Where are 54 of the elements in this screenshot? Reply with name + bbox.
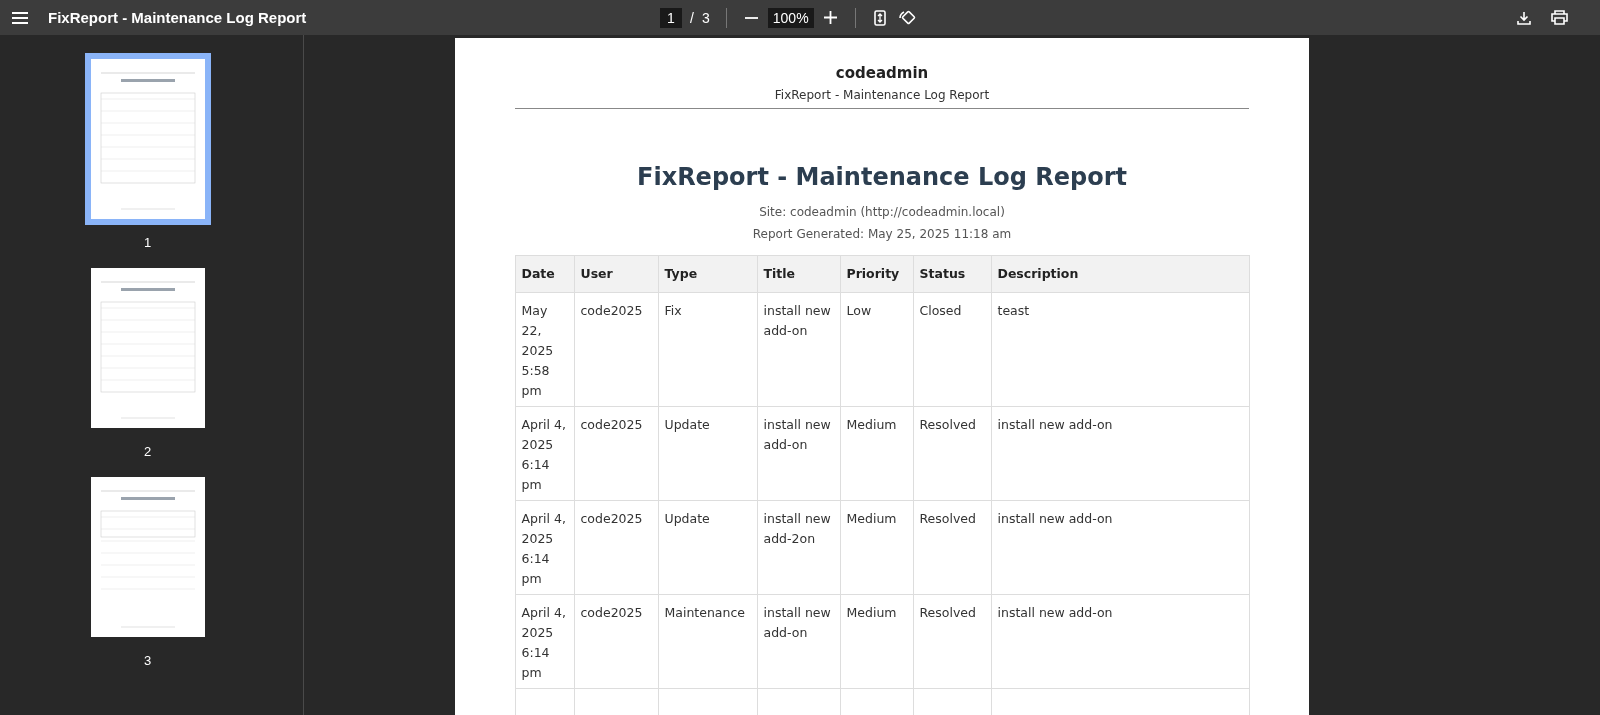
table-cell: install new add-on	[991, 594, 1249, 689]
column-header: Description	[991, 255, 1249, 293]
table-cell: install new add-on	[757, 292, 840, 407]
table-cell: April 4, 2025 6:14 pm	[515, 406, 574, 501]
header-title: codeadmin	[835, 64, 929, 82]
menu-icon[interactable]	[10, 9, 30, 26]
header-subtitle: FixReport - Maintenance Log Report	[774, 88, 990, 102]
table-cell: install new add-2on	[757, 500, 840, 595]
document-title: FixReport - Maintenance Log Report	[48, 9, 307, 26]
column-header: Date	[515, 255, 574, 293]
column-header: Title	[757, 255, 840, 293]
table-cell: April 4, 2025 6:14 pm	[515, 500, 574, 595]
table-cell: Resolved	[913, 594, 991, 689]
table-cell: Closed	[913, 292, 991, 407]
page-number-field[interactable]: 1	[660, 7, 682, 28]
table-cell: install new add-on	[991, 500, 1249, 595]
table-cell: code2025	[574, 406, 658, 501]
report-title: FixReport - Maintenance Log Report	[637, 163, 1127, 191]
table-cell: install new add-on	[757, 594, 840, 689]
table-cell: code2025	[574, 594, 658, 689]
site-line: Site: codeadmin (http://codeadmin.local)	[759, 205, 1005, 219]
column-header: Type	[658, 255, 757, 293]
page-number-label: 1	[143, 235, 152, 250]
table-cell: Medium	[840, 406, 913, 501]
table-cell: install new add-on	[991, 406, 1249, 501]
page-thumbnail[interactable]	[84, 53, 211, 225]
table-cell: code2025	[574, 500, 658, 595]
table-cell: Medium	[840, 500, 913, 595]
zoom-out-icon[interactable]	[742, 14, 760, 21]
table-cell: Resolved	[913, 406, 991, 501]
page-count: 3	[701, 9, 710, 26]
page-number-label: 3	[143, 653, 152, 668]
fit-page-icon[interactable]	[871, 7, 888, 28]
table-cell: install new add-on	[757, 406, 840, 501]
column-header: User	[574, 255, 658, 293]
table-cell: code2025	[574, 292, 658, 407]
column-header: Status	[913, 255, 991, 293]
table-cell: Update	[658, 406, 757, 501]
table-cell: Medium	[840, 594, 913, 689]
table-cell: teast	[991, 292, 1249, 407]
table-cell: April 4, 2025 6:14 pm	[515, 594, 574, 689]
print-icon[interactable]	[1549, 8, 1570, 27]
zoom-in-icon[interactable]	[821, 9, 839, 26]
column-header: Priority	[840, 255, 913, 293]
table-cell: Update	[658, 500, 757, 595]
page-separator: /	[690, 9, 694, 26]
table-cell: May 22, 2025 5:58 pm	[515, 292, 574, 407]
table-cell: Maintenance	[658, 594, 757, 689]
table-cell: Fix	[658, 292, 757, 407]
table-cell: Resolved	[913, 500, 991, 595]
page-number-label: 2	[143, 444, 152, 459]
zoom-field[interactable]: 100%	[767, 7, 814, 28]
generated-line: Report Generated: May 25, 2025 11:18 am	[752, 227, 1012, 241]
table-cell: Low	[840, 292, 913, 407]
